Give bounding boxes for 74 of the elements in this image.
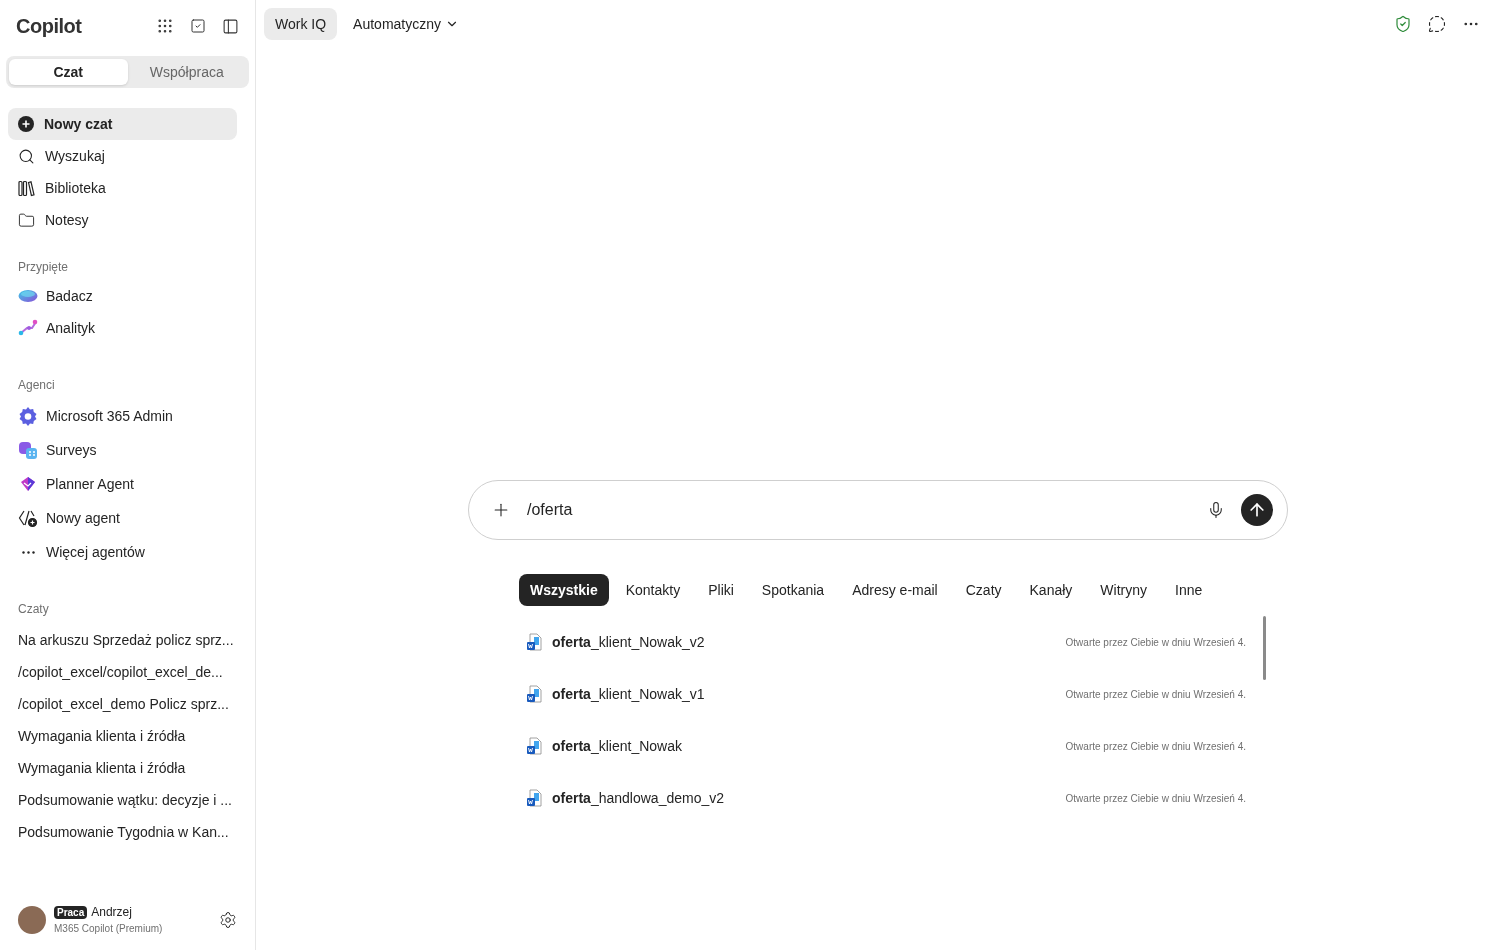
filter-chip[interactable]: Inne — [1164, 574, 1214, 606]
pinned-agent[interactable]: Analityk — [8, 318, 247, 338]
file-name: oferta_handlowa_demo_v2 — [552, 788, 724, 808]
mode-tab[interactable]: Współpraca — [127, 59, 246, 85]
agent-item[interactable]: Surveys — [8, 440, 247, 460]
chat-history-item[interactable]: Podsumowanie wątku: decyzje i ... — [8, 790, 247, 810]
filter-chip[interactable]: Czaty — [954, 574, 1013, 606]
search-icon — [18, 147, 35, 165]
user-plan: M365 Copilot (Premium) — [54, 922, 163, 936]
more-icon — [21, 550, 35, 554]
word-document-icon — [526, 633, 542, 651]
file-name: oferta_klient_Nowak_v1 — [552, 684, 705, 704]
agent-item[interactable]: Nowy agent — [8, 508, 247, 528]
message-input[interactable]: /oferta — [527, 498, 1191, 522]
mode-tab[interactable]: Czat — [9, 59, 128, 85]
agent-item[interactable]: Planner Agent — [8, 474, 247, 494]
account-badge: Praca — [54, 905, 88, 919]
nav-item[interactable]: Nowy czat — [8, 108, 237, 140]
task-icon[interactable] — [190, 18, 206, 34]
file-detail: Otwarte przez Ciebie w dniu Wrzesień 4. — [1065, 739, 1246, 754]
agent-item[interactable]: Więcej agentów — [8, 542, 247, 562]
books-icon — [18, 179, 35, 197]
new-agent-icon — [18, 508, 38, 528]
filter-chip[interactable]: Adresy e-mail — [841, 574, 949, 606]
file-result[interactable]: oferta_handlowa_demo_v2 Otwarte przez Ciebie w dniu Wrzesień 4. — [514, 772, 1246, 824]
agent-item[interactable]: Microsoft 365 Admin — [8, 406, 247, 426]
apps-icon[interactable] — [156, 17, 174, 35]
word-document-icon — [526, 685, 542, 703]
model-dropdown[interactable]: Automatyczny — [353, 13, 459, 35]
nav-item[interactable]: Wyszukaj — [8, 140, 237, 172]
filter-chip[interactable]: Pliki — [697, 574, 745, 606]
pinned-agent[interactable]: Badacz — [8, 286, 247, 306]
filter-chip[interactable]: Kanały — [1018, 574, 1084, 606]
file-name: oferta_klient_Nowak_v2 — [552, 632, 705, 652]
nav-item[interactable]: Notesy — [8, 204, 237, 236]
file-detail: Otwarte przez Ciebie w dniu Wrzesień 4. — [1065, 635, 1246, 650]
file-result[interactable]: oferta_klient_Nowak_v1 Otwarte przez Ciebie w dniu Wrzesień 4. — [514, 668, 1246, 720]
chat-history-item[interactable]: /copilot_excel/copilot_excel_de... — [8, 662, 247, 682]
sidebar-toggle-icon[interactable] — [222, 17, 239, 35]
filter-chip[interactable]: Wszystkie — [519, 574, 609, 606]
user-avatar[interactable] — [18, 905, 46, 934]
analyst-icon — [18, 318, 38, 338]
shield-check-icon[interactable] — [1394, 15, 1412, 33]
gear-icon — [18, 406, 38, 426]
app-title: Copilot — [16, 14, 82, 39]
work-iq-button[interactable]: Work IQ — [264, 8, 338, 40]
section-heading: Przypięte — [18, 259, 70, 276]
chat-bubble-icon[interactable] — [1428, 15, 1446, 33]
folder-icon — [18, 211, 35, 229]
chat-history-item[interactable]: Podsumowanie Tygodnia w Kan... — [8, 822, 247, 842]
word-document-icon — [526, 789, 542, 807]
filter-chip[interactable]: Witryny — [1089, 574, 1158, 606]
file-detail: Otwarte przez Ciebie w dniu Wrzesień 4. — [1065, 687, 1246, 702]
microphone-icon[interactable] — [1207, 501, 1225, 519]
file-result[interactable]: oferta_klient_Nowak_v2 Otwarte przez Ciebie w dniu Wrzesień 4. — [514, 616, 1246, 668]
section-heading: Agenci — [18, 377, 56, 394]
word-document-icon — [526, 737, 542, 755]
scrollbar[interactable] — [1263, 616, 1266, 680]
file-name: oferta_klient_Nowak — [552, 736, 682, 756]
filter-chip[interactable]: Spotkania — [750, 574, 836, 606]
chat-history-item[interactable]: Wymagania klienta i źródła — [8, 726, 247, 746]
survey-icon — [18, 440, 38, 460]
nav-item[interactable]: Biblioteka — [8, 172, 237, 204]
section-heading: Czaty — [18, 601, 50, 618]
send-button[interactable] — [1241, 494, 1273, 526]
filter-chip[interactable]: Kontakty — [614, 574, 692, 606]
chat-history-item[interactable]: Na arkuszu Sprzedaż policz sprz... — [8, 630, 247, 650]
plus-circle-icon — [18, 116, 34, 132]
chat-history-item[interactable]: /copilot_excel_demo Policz sprz... — [8, 694, 247, 714]
file-result[interactable]: oferta_klient_Nowak Otwarte przez Ciebie w dniu Wrzesień 4. — [514, 720, 1246, 772]
file-detail: Otwarte przez Ciebie w dniu Wrzesień 4. — [1065, 791, 1246, 806]
chat-history-item[interactable]: Wymagania klienta i źródła — [8, 758, 247, 778]
settings-icon[interactable] — [219, 910, 237, 929]
user-name: Andrzej — [91, 904, 132, 921]
